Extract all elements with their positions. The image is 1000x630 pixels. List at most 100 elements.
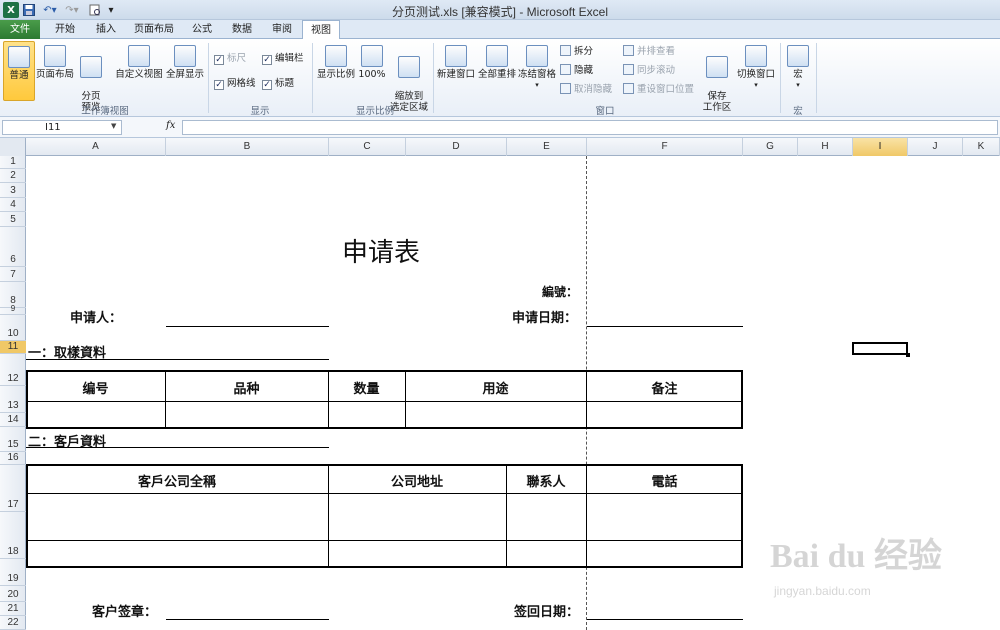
unhide-button[interactable]: 取消隐藏 <box>560 83 612 97</box>
watermark-brand: Bai du 经验 <box>770 538 942 575</box>
row-header[interactable]: 19 <box>0 559 26 586</box>
row-header[interactable]: 22 <box>0 616 26 630</box>
row-header[interactable]: 12 <box>0 354 26 386</box>
side-by-side-icon <box>623 45 634 56</box>
synchronous-scrolling-button[interactable]: 同步滚动 <box>623 64 675 78</box>
return-date-label: 签回日期： <box>514 605 580 620</box>
tab-page-layout[interactable]: 页面布局 <box>128 20 180 39</box>
row-header[interactable]: 16 <box>0 452 26 465</box>
row-header[interactable]: 6 <box>0 227 26 267</box>
gridlines-checkbox[interactable]: ✓ 网格线 <box>214 77 256 91</box>
section2-underline <box>26 447 329 448</box>
page-layout-view-button[interactable]: 页面布局 <box>36 45 74 101</box>
group-separator <box>433 43 434 113</box>
customer-stamp-label: 客户签章： <box>92 605 158 620</box>
row-header[interactable]: 10 <box>0 315 26 341</box>
custom-views-button[interactable]: 自定义视图 <box>114 45 164 101</box>
column-header-j[interactable]: J <box>908 138 963 156</box>
headings-checkbox[interactable]: ✓ 标题 <box>262 77 294 91</box>
group-label-window: 窗口 <box>595 106 615 117</box>
hide-icon <box>560 64 571 75</box>
name-box[interactable]: I11 <box>2 120 122 135</box>
title-bar: X ↶▾ ↷▾ ▾ 分页测试.xls [兼容模式] - Microsoft Ex… <box>0 0 1000 20</box>
column-header-h[interactable]: H <box>798 138 853 156</box>
page-break-preview-button[interactable]: 分页 预览 <box>76 45 106 113</box>
group-label-workbook-views: 工作簿视图 <box>81 106 129 117</box>
form-title: 申请表 <box>342 238 421 268</box>
zoom-100-button[interactable]: 100% <box>358 45 386 101</box>
new-window-button[interactable]: 新建窗口 <box>436 45 476 101</box>
table-header-cell: 聯系人 <box>526 475 566 490</box>
active-cell-selection[interactable] <box>852 342 910 357</box>
full-screen-button[interactable]: 全屏显示 <box>165 45 205 101</box>
column-header-g[interactable]: G <box>743 138 798 156</box>
zoom-button[interactable]: 显示比例 <box>316 45 356 101</box>
watermark-url: jingyan.baidu.com <box>774 584 871 598</box>
tab-insert[interactable]: 插入 <box>88 20 124 39</box>
row-header[interactable]: 7 <box>0 267 26 282</box>
freeze-panes-icon <box>526 45 548 67</box>
macros-button[interactable]: 宏 ▾ <box>784 45 812 101</box>
tab-file[interactable]: 文件 <box>0 20 40 39</box>
formula-bar-checkbox[interactable]: ✓ 编辑栏 <box>262 52 304 66</box>
table-row-divider <box>26 401 743 402</box>
tab-formulas[interactable]: 公式 <box>184 20 220 39</box>
normal-view-button[interactable]: 普通 <box>3 41 35 101</box>
column-header-a[interactable]: A <box>26 138 166 156</box>
reset-window-position-button[interactable]: 重设窗口位置 <box>623 83 694 97</box>
ruler-checkbox[interactable]: ✓ 标尺 <box>214 52 246 66</box>
row-header[interactable]: 14 <box>0 413 26 427</box>
unhide-icon <box>560 83 571 94</box>
save-workspace-button[interactable]: 保存 工作区 <box>700 45 734 113</box>
row-headers: 1 2 3 4 5 6 7 8 9 10 11 12 13 14 15 16 1… <box>0 156 26 630</box>
row-header[interactable]: 4 <box>0 198 26 212</box>
tab-view[interactable]: 视图 <box>302 20 340 40</box>
row-header[interactable]: 9 <box>0 304 26 315</box>
table-header-cell: 公司地址 <box>390 475 443 490</box>
row-header[interactable]: 21 <box>0 602 26 616</box>
switch-windows-button[interactable]: 切换窗口 ▾ <box>736 45 776 101</box>
split-button[interactable]: 拆分 <box>560 45 593 59</box>
column-header-f[interactable]: F <box>587 138 743 156</box>
hide-button[interactable]: 隐藏 <box>560 64 593 78</box>
row-header[interactable]: 13 <box>0 386 26 413</box>
table-header-cell: 品种 <box>233 382 260 397</box>
column-header-c[interactable]: C <box>329 138 406 156</box>
ribbon-tabs: 文件 开始 插入 页面布局 公式 数据 审阅 视图 <box>0 20 1000 40</box>
row-header[interactable]: 15 <box>0 427 26 452</box>
customer-stamp-underline <box>166 619 329 620</box>
checkmark-icon: ✓ <box>214 55 224 65</box>
freeze-panes-button[interactable]: 冻结窗格 ▾ <box>517 45 557 101</box>
insert-function-icon[interactable]: fx <box>166 120 175 131</box>
checkmark-icon: ✓ <box>214 80 224 90</box>
column-header-i[interactable]: I <box>853 138 908 156</box>
number-label: 編號： <box>542 285 579 299</box>
column-header-k[interactable]: K <box>963 138 1000 156</box>
row-header[interactable]: 1 <box>0 156 26 169</box>
tab-home[interactable]: 开始 <box>46 20 84 39</box>
row-header[interactable]: 18 <box>0 512 26 559</box>
applicant-underline <box>166 326 329 327</box>
select-all-corner[interactable] <box>0 138 26 156</box>
column-header-d[interactable]: D <box>406 138 507 156</box>
row-header[interactable]: 2 <box>0 169 26 183</box>
row-header[interactable]: 5 <box>0 212 26 227</box>
row-header-selected[interactable]: 11 <box>0 341 26 354</box>
chevron-down-icon: ▾ <box>535 81 539 89</box>
row-header[interactable]: 20 <box>0 586 26 602</box>
full-screen-icon <box>174 45 196 67</box>
view-side-by-side-button[interactable]: 并排查看 <box>623 45 675 59</box>
column-header-e[interactable]: E <box>507 138 587 156</box>
tab-review[interactable]: 审阅 <box>264 20 300 39</box>
section1-underline <box>26 359 329 360</box>
arrange-all-button[interactable]: 全部重排 <box>477 45 517 101</box>
table-header-cell: 备注 <box>651 382 678 397</box>
zoom-to-selection-button[interactable]: 缩放到 选定区域 <box>388 45 430 113</box>
split-icon <box>560 45 571 56</box>
formula-input[interactable] <box>182 120 998 135</box>
tab-data[interactable]: 数据 <box>224 20 260 39</box>
column-header-b[interactable]: B <box>166 138 329 156</box>
row-header[interactable]: 3 <box>0 183 26 198</box>
row-header[interactable]: 17 <box>0 465 26 512</box>
chevron-down-icon[interactable]: ▼ <box>111 122 116 130</box>
